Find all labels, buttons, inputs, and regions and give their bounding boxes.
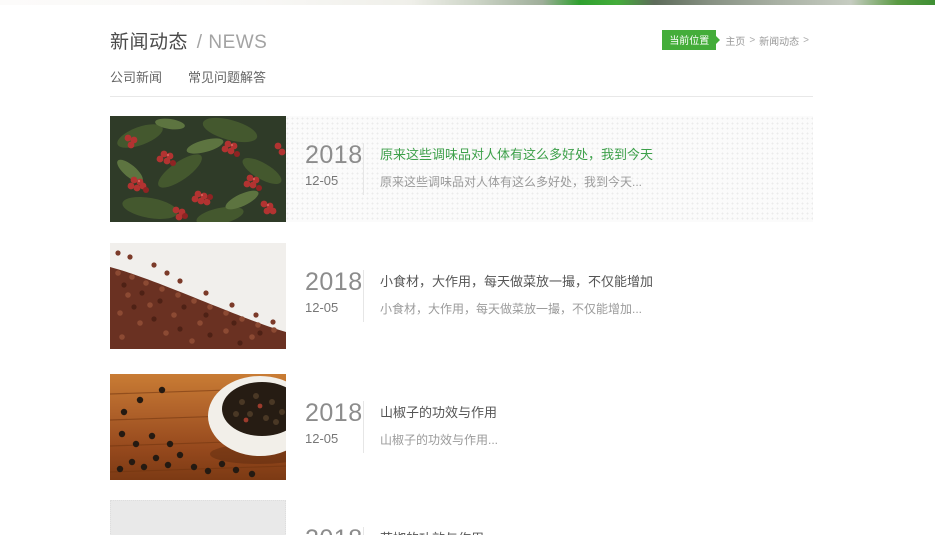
news-date-year: 2018 xyxy=(305,527,363,535)
news-list-item[interactable]: 2018 12-05 原来这些调味品对人体有这么多好处，我到今天 原来这些调味品… xyxy=(110,116,813,222)
news-date: 2018 12-05 xyxy=(305,500,363,535)
news-thumbnail-pepper-bowl[interactable] xyxy=(110,374,286,480)
news-thumbnail-peppercorn-pile[interactable] xyxy=(110,243,286,349)
news-date: 2018 12-05 xyxy=(305,374,363,480)
news-thumbnail-pepper-berries[interactable] xyxy=(110,116,286,222)
news-date: 2018 12-05 xyxy=(305,243,363,349)
page-header: 新闻动态 / NEWS 当前位置 主页 > 新闻动态 > xyxy=(110,27,813,53)
tab-faq[interactable]: 常见问题解答 xyxy=(188,67,266,86)
tab-company-news[interactable]: 公司新闻 xyxy=(110,67,162,86)
date-text-divider xyxy=(363,270,364,322)
news-page-container: 新闻动态 / NEWS 当前位置 主页 > 新闻动态 > 公司新闻 常见问题解答 xyxy=(110,27,813,535)
breadcrumb-home-link[interactable]: 主页 xyxy=(725,33,745,48)
news-date-year: 2018 xyxy=(305,141,363,169)
news-date-year: 2018 xyxy=(305,399,363,427)
news-text-block: 原来这些调味品对人体有这么多好处，我到今天 原来这些调味品对人体有这么多好处，我… xyxy=(380,116,813,222)
news-title-link[interactable]: 花椒的功效与作用 xyxy=(380,528,813,535)
breadcrumb: 当前位置 主页 > 新闻动态 > xyxy=(662,30,813,50)
page-title: 新闻动态 / NEWS xyxy=(110,27,267,54)
page-title-cn: 新闻动态 xyxy=(110,31,189,53)
news-text-block: 小食材，大作用，每天做菜放一撮，不仅能增加 小食材，大作用，每天做菜放一撮，不仅… xyxy=(380,243,813,349)
news-text-block: 山椒子的功效与作用 山椒子的功效与作用... xyxy=(380,374,813,480)
news-list-item[interactable]: 2018 12-05 山椒子的功效与作用 山椒子的功效与作用... xyxy=(110,374,813,480)
news-date-day: 12-05 xyxy=(305,173,339,188)
news-list-item[interactable]: 2018 12-05 花椒的功效与作用 xyxy=(110,500,813,535)
news-category-tabs: 公司新闻 常见问题解答 xyxy=(110,67,813,97)
page-title-en: / NEWS xyxy=(196,31,268,53)
top-banner-image-edge xyxy=(0,0,935,5)
image-placeholder xyxy=(110,500,286,535)
news-list: 2018 12-05 原来这些调味品对人体有这么多好处，我到今天 原来这些调味品… xyxy=(110,116,813,535)
news-thumbnail-placeholder[interactable] xyxy=(110,500,286,535)
breadcrumb-separator: > xyxy=(803,34,809,46)
news-date-day: 12-05 xyxy=(305,300,339,315)
news-text-block: 花椒的功效与作用 xyxy=(380,500,813,535)
news-title-link[interactable]: 小食材，大作用，每天做菜放一撮，不仅能增加 xyxy=(380,271,813,290)
news-excerpt: 山椒子的功效与作用... xyxy=(380,433,499,447)
pepper-bowl-illustration xyxy=(110,374,286,480)
news-title-link[interactable]: 原来这些调味品对人体有这么多好处，我到今天 xyxy=(380,144,813,163)
news-date: 2018 12-05 xyxy=(305,116,363,222)
breadcrumb-location-badge: 当前位置 xyxy=(662,30,717,50)
news-excerpt: 小食材，大作用，每天做菜放一撮，不仅能增加... xyxy=(380,302,643,316)
date-text-divider xyxy=(363,143,364,195)
breadcrumb-separator: > xyxy=(749,34,756,46)
news-excerpt: 原来这些调味品对人体有这么多好处，我到今天... xyxy=(380,175,643,189)
news-date-year: 2018 xyxy=(305,268,363,296)
pepper-berries-illustration xyxy=(110,116,286,222)
breadcrumb-current-link[interactable]: 新闻动态 xyxy=(759,33,799,48)
date-text-divider xyxy=(363,401,364,453)
date-text-divider xyxy=(363,527,364,535)
peppercorn-pile-illustration xyxy=(110,243,286,349)
news-list-item[interactable]: 2018 12-05 小食材，大作用，每天做菜放一撮，不仅能增加 小食材，大作用… xyxy=(110,243,813,349)
news-title-link[interactable]: 山椒子的功效与作用 xyxy=(380,402,813,421)
news-date-day: 12-05 xyxy=(305,431,339,446)
